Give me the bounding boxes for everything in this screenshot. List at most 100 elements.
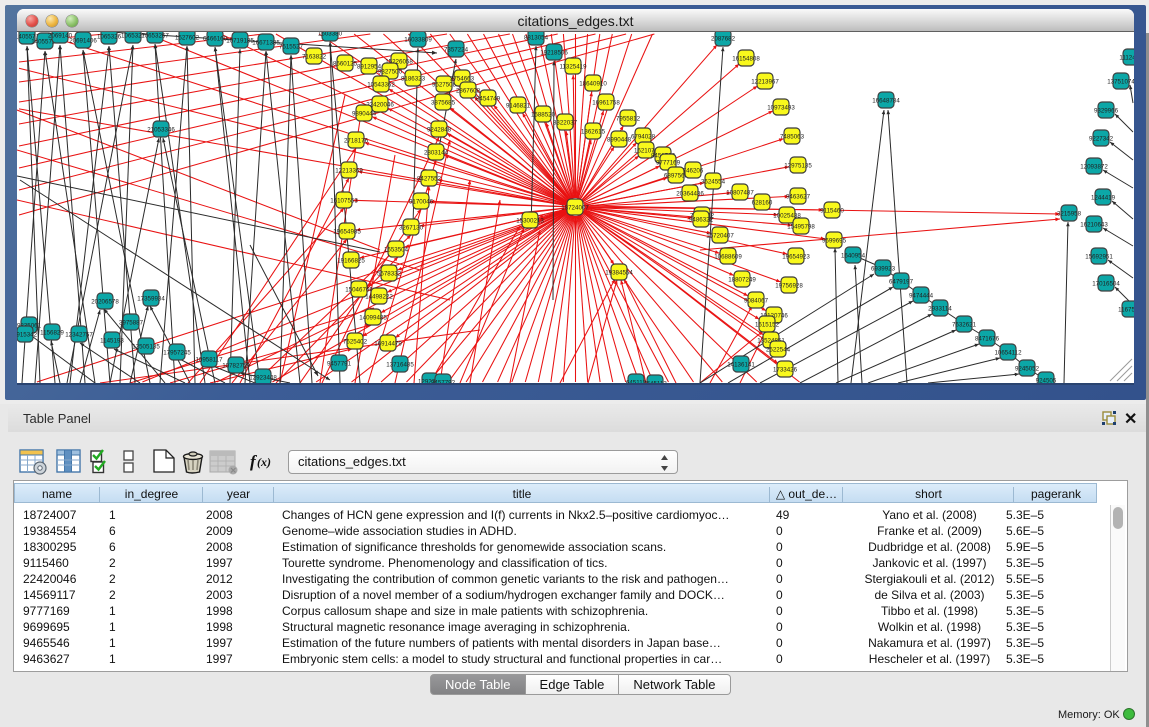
svg-text:12923448: 12923448 <box>249 374 277 381</box>
svg-text:3975887: 3975887 <box>119 319 144 326</box>
svg-text:9115460: 9115460 <box>820 207 844 214</box>
svg-text:2522544: 2522544 <box>766 346 791 353</box>
svg-text:9890444: 9890444 <box>352 110 377 117</box>
svg-text:2087682: 2087682 <box>711 35 736 42</box>
svg-text:9146821: 9146821 <box>506 102 531 109</box>
svg-text:7485063: 7485063 <box>780 133 805 140</box>
svg-text:2718176: 2718176 <box>344 137 369 144</box>
svg-text:17359934: 17359934 <box>137 295 165 302</box>
svg-text:10807487: 10807487 <box>726 189 754 196</box>
svg-text:(x): (x) <box>257 455 271 469</box>
svg-text:18724007: 18724007 <box>561 204 589 211</box>
svg-text:9227342: 9227342 <box>1089 135 1114 142</box>
svg-text:16961758: 16961758 <box>592 99 620 106</box>
svg-text:9463627: 9463627 <box>786 193 811 200</box>
svg-text:6479197: 6479197 <box>889 278 914 285</box>
svg-text:17016504: 17016504 <box>1092 280 1120 287</box>
svg-text:10688609: 10688609 <box>714 253 742 260</box>
svg-text:1065326: 1065326 <box>97 33 122 40</box>
svg-text:1112444: 1112444 <box>1119 54 1134 61</box>
svg-text:21053346: 21053346 <box>147 126 175 133</box>
svg-text:12342757: 12342757 <box>65 331 93 338</box>
svg-text:15495798: 15495798 <box>787 223 815 230</box>
svg-text:7955812: 7955812 <box>616 115 641 122</box>
svg-text:9457791: 9457791 <box>327 360 352 367</box>
svg-text:10653267: 10653267 <box>141 32 169 39</box>
svg-text:8813054: 8813054 <box>524 34 549 41</box>
svg-text:8454749: 8454749 <box>476 95 501 102</box>
svg-text:12975135: 12975135 <box>784 162 812 169</box>
svg-text:9329966: 9329966 <box>1094 107 1119 114</box>
svg-text:15692951: 15692951 <box>1085 253 1113 260</box>
svg-text:18640910: 18640910 <box>579 80 607 87</box>
svg-text:13716485: 13716485 <box>386 361 414 368</box>
svg-text:20206578: 20206578 <box>91 298 119 305</box>
svg-text:15720407: 15720407 <box>706 232 734 239</box>
svg-text:7515527: 7515527 <box>279 43 304 50</box>
svg-text:3267130: 3267130 <box>399 224 424 231</box>
svg-text:9084067: 9084067 <box>744 297 769 304</box>
svg-text:9245052: 9245052 <box>1015 365 1040 372</box>
svg-text:9699695: 9699695 <box>822 237 847 244</box>
svg-text:2933114: 2933114 <box>928 305 952 312</box>
svg-text:7357224: 7357224 <box>444 46 469 53</box>
svg-text:16648784: 16648784 <box>872 97 900 104</box>
svg-text:8322037: 8322037 <box>553 119 578 126</box>
svg-text:8427552: 8427552 <box>417 175 442 182</box>
svg-text:17957245: 17957245 <box>163 349 191 356</box>
svg-text:9777169: 9777169 <box>656 159 681 166</box>
svg-text:9327500: 9327500 <box>378 68 403 75</box>
svg-text:5578332: 5578332 <box>377 270 402 277</box>
svg-text:19654923: 19654923 <box>782 253 810 260</box>
svg-text:19218506: 19218506 <box>540 49 568 56</box>
svg-text:1167534: 1167534 <box>1118 306 1134 313</box>
svg-text:13751074: 13751074 <box>1107 78 1134 85</box>
svg-text:16671385: 16671385 <box>252 39 280 46</box>
svg-text:1615152: 1615152 <box>755 321 780 328</box>
svg-text:9474444: 9474444 <box>909 292 934 299</box>
svg-text:18807249: 18807249 <box>728 276 756 283</box>
svg-text:9527508: 9527508 <box>432 81 457 88</box>
svg-text:6794028: 6794028 <box>631 133 656 140</box>
svg-text:12505135: 12505135 <box>132 343 160 350</box>
svg-text:6466160: 6466160 <box>203 35 228 42</box>
svg-text:1145193: 1145193 <box>100 337 124 344</box>
svg-text:6939923: 6939923 <box>871 265 896 272</box>
svg-text:16107553: 16107553 <box>330 197 358 204</box>
svg-text:19654985: 19654985 <box>333 228 361 235</box>
svg-text:1156829: 1156829 <box>40 329 64 336</box>
svg-text:8660125: 8660125 <box>333 60 358 67</box>
svg-text:9242848: 9242848 <box>427 126 452 133</box>
svg-text:3875685: 3875685 <box>431 99 456 106</box>
svg-text:20691406: 20691406 <box>69 37 97 44</box>
svg-text:14498222: 14498222 <box>365 293 393 300</box>
svg-text:8471676: 8471676 <box>975 335 1000 342</box>
svg-text:15300213: 15300213 <box>516 217 544 224</box>
svg-text:2754663: 2754663 <box>450 75 475 82</box>
svg-text:16154808: 16154808 <box>732 55 760 62</box>
svg-text:2867608: 2867608 <box>456 87 481 94</box>
svg-text:10719185: 10719185 <box>226 37 254 44</box>
svg-text:628160: 628160 <box>752 199 773 206</box>
svg-text:1362615: 1362615 <box>581 128 606 135</box>
svg-text:1244419: 1244419 <box>1091 194 1116 201</box>
svg-text:10782759: 10782759 <box>222 362 250 369</box>
svg-text:1588520: 1588520 <box>531 111 556 118</box>
svg-text:14099485: 14099485 <box>359 314 387 321</box>
svg-text:16033809: 16033809 <box>404 36 432 43</box>
svg-text:7163822: 7163822 <box>302 53 327 60</box>
svg-text:15046766: 15046766 <box>345 286 373 293</box>
svg-text:20364436: 20364436 <box>676 190 704 197</box>
svg-text:9486322: 9486322 <box>689 216 714 223</box>
svg-text:10973493: 10973493 <box>767 104 795 111</box>
svg-text:2803144: 2803144 <box>424 149 449 156</box>
svg-text:10543362: 10543362 <box>367 81 395 88</box>
svg-text:7632621: 7632621 <box>952 321 977 328</box>
svg-text:3915342: 3915342 <box>17 331 38 338</box>
svg-text:19166825: 19166825 <box>337 257 365 264</box>
svg-text:16210643: 16210643 <box>1080 221 1108 228</box>
svg-text:9170046: 9170046 <box>409 198 434 205</box>
svg-text:1653504: 1653504 <box>384 246 409 253</box>
svg-text:3215958: 3215958 <box>1057 210 1082 217</box>
svg-text:10958117: 10958117 <box>195 356 223 363</box>
